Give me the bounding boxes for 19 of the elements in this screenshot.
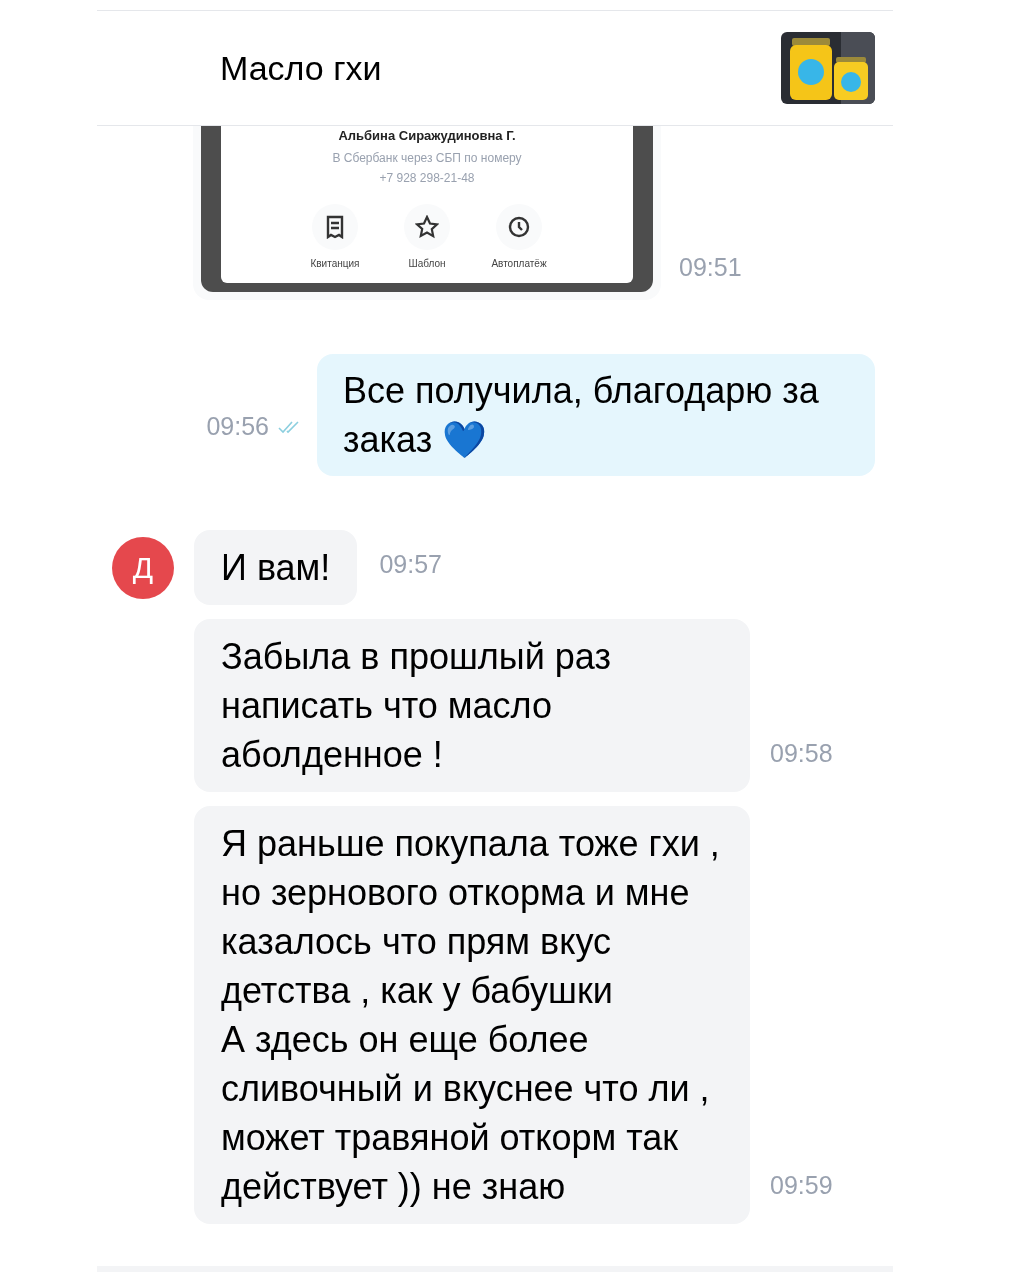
message-time: 09:59 [770, 1169, 833, 1201]
message-bubble: Все получила, благодарю за заказ 💙 [317, 354, 875, 476]
phone-number: +7 928 298-21-48 [379, 170, 475, 187]
action-label: Шаблон [408, 257, 446, 271]
message-bubble: И вам! [194, 530, 358, 605]
bank-text: В Сбербанк через СБП по номеру [332, 150, 522, 167]
avatar: Д [112, 536, 174, 599]
chat-title: Масло гхи [220, 47, 382, 89]
action-label: Квитанция [310, 257, 360, 271]
payee-name: Альбина Сиражудиновна Г. [338, 128, 516, 144]
message-time: 09:58 [770, 737, 833, 769]
action-label: Автоплатёж [491, 257, 547, 271]
message-time: 09:56 [206, 411, 269, 443]
clock-icon[interactable] [496, 204, 542, 250]
message-time: 09:51 [679, 251, 742, 283]
receipt-icon[interactable] [312, 204, 358, 250]
message-time: 09:57 [379, 548, 442, 580]
message-bubble: Я раньше покупала тоже гхи , но зернового откорма и мне казалось что прям вкус детства , как у бабушки А здесь он еще более сливочный и вкуснее что ли , может травяной откорм так действует )) не знаю [194, 806, 750, 1224]
message-bubble: Забыла в прошлый раз написать что масло аболденное ! [194, 619, 750, 792]
